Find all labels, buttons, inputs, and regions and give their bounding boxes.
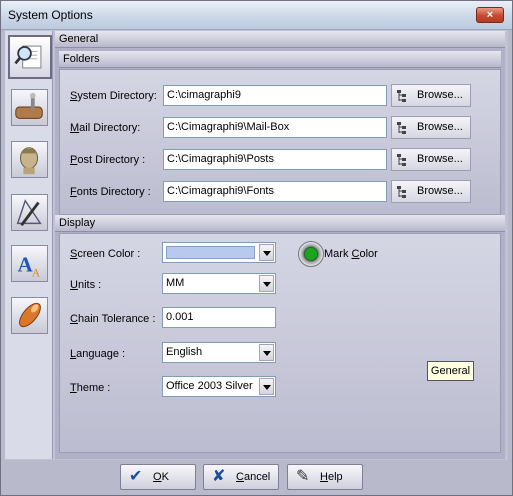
dialog-footer: ✔ OK ✘ Cancel ✎ Help bbox=[5, 460, 508, 494]
mark-color-label: Mark Color bbox=[324, 248, 378, 260]
mail-directory-browse-button[interactable]: Browse... bbox=[391, 116, 471, 139]
options-content: General Folders System Directory: C:\cim… bbox=[55, 31, 505, 459]
fonts-directory-label: Fonts Directory : bbox=[70, 186, 151, 198]
display-header: Display bbox=[55, 215, 505, 232]
folder-tree-icon bbox=[397, 122, 406, 134]
svg-text:A: A bbox=[32, 267, 41, 279]
post-directory-label: Post Directory : bbox=[70, 154, 146, 166]
wood-tool-icon bbox=[15, 92, 43, 119]
mail-directory-input[interactable]: C:\Cimagraphi9\Mail-Box bbox=[163, 117, 387, 138]
close-button[interactable]: × bbox=[476, 7, 504, 23]
sidebar-item-general[interactable] bbox=[8, 35, 52, 79]
screen-color-swatch bbox=[166, 246, 255, 259]
brush-icon bbox=[19, 302, 41, 328]
system-directory-browse-button[interactable]: Browse... bbox=[391, 84, 471, 107]
sidebar-item-fonts[interactable]: A A bbox=[11, 245, 48, 282]
magnifier-document-icon bbox=[14, 45, 42, 69]
chevron-down-icon[interactable] bbox=[259, 275, 274, 292]
svg-text:A: A bbox=[18, 253, 33, 277]
screen-color-label: Screen Color : bbox=[70, 248, 141, 260]
help-icon: ✎ bbox=[296, 468, 310, 485]
folder-tree-icon bbox=[397, 154, 406, 166]
options-sidebar: A A bbox=[5, 31, 53, 459]
checkmark-icon: ✔ bbox=[129, 468, 143, 485]
sidebar-item-tools[interactable] bbox=[11, 89, 48, 126]
ok-button[interactable]: ✔ OK bbox=[120, 464, 196, 490]
folder-tree-icon bbox=[397, 90, 406, 102]
window-title: System Options bbox=[8, 8, 93, 22]
chain-tolerance-input[interactable]: 0.001 bbox=[162, 307, 276, 328]
sidebar-item-sculpture[interactable] bbox=[11, 141, 48, 178]
theme-label: Theme : bbox=[70, 382, 111, 394]
chevron-down-icon[interactable] bbox=[259, 244, 274, 261]
units-dropdown[interactable]: MM bbox=[162, 273, 276, 294]
language-dropdown[interactable]: English bbox=[162, 342, 276, 363]
fonts-directory-browse-button[interactable]: Browse... bbox=[391, 180, 471, 203]
folders-panel: System Directory: C:\cimagraphi9 Browse.… bbox=[59, 69, 501, 215]
general-header: General bbox=[55, 31, 505, 48]
cancel-button[interactable]: ✘ Cancel bbox=[203, 464, 279, 490]
units-label: Units : bbox=[70, 279, 102, 291]
display-panel: Screen Color : Mark Color Units : MM Cha… bbox=[59, 233, 501, 453]
screen-color-dropdown[interactable] bbox=[162, 242, 276, 263]
post-directory-input[interactable]: C:\Cimagraphi9\Posts bbox=[163, 149, 387, 170]
help-button[interactable]: ✎ Help bbox=[287, 464, 363, 490]
sidebar-item-drawing[interactable] bbox=[11, 194, 48, 231]
folders-header: Folders bbox=[59, 51, 501, 68]
post-directory-browse-button[interactable]: Browse... bbox=[391, 148, 471, 171]
tooltip: General bbox=[427, 361, 474, 381]
mark-color-button[interactable] bbox=[298, 241, 324, 267]
chain-tolerance-label: Chain Tolerance : bbox=[70, 313, 156, 325]
font-letters-icon: A A bbox=[18, 253, 41, 280]
title-bar: System Options × bbox=[1, 1, 512, 30]
system-directory-label: System Directory: bbox=[70, 90, 157, 102]
cancel-x-icon: ✘ bbox=[212, 468, 226, 485]
system-directory-input[interactable]: C:\cimagraphi9 bbox=[163, 85, 387, 106]
statue-head-icon bbox=[20, 147, 39, 175]
pen-drawing-icon bbox=[16, 199, 42, 227]
mail-directory-label: Mail Directory: bbox=[70, 122, 141, 134]
language-label: Language : bbox=[70, 348, 126, 360]
folder-tree-icon bbox=[397, 186, 406, 198]
sidebar-item-brush[interactable] bbox=[11, 297, 48, 334]
chevron-down-icon[interactable] bbox=[259, 344, 274, 361]
chevron-down-icon[interactable] bbox=[259, 378, 274, 395]
theme-dropdown[interactable]: Office 2003 Silver bbox=[162, 376, 276, 397]
fonts-directory-input[interactable]: C:\Cimagraphi9\Fonts bbox=[163, 181, 387, 202]
system-options-dialog: System Options × A A General Folders Sys… bbox=[0, 0, 513, 496]
